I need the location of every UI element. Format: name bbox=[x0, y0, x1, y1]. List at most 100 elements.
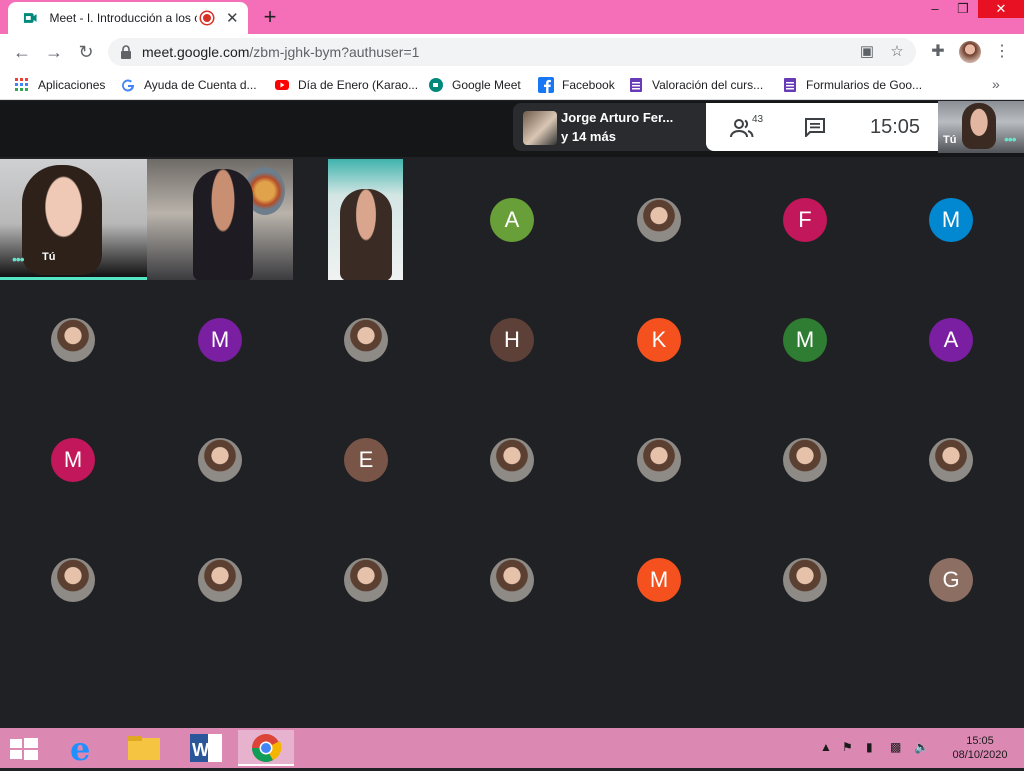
people-icon[interactable] bbox=[730, 117, 754, 139]
facebook-icon bbox=[538, 77, 554, 93]
participant-avatar[interactable] bbox=[783, 558, 827, 602]
participant-avatar[interactable] bbox=[51, 558, 95, 602]
participant-avatar[interactable] bbox=[637, 198, 681, 242]
extensions-icon[interactable]: ✚ bbox=[928, 42, 948, 62]
browser-tab[interactable]: Meet - I. Introducción a los c ✕ bbox=[8, 2, 248, 34]
self-view-thumbnail[interactable]: Tú ••• bbox=[938, 101, 1024, 153]
power-icon[interactable]: ▮ bbox=[866, 740, 873, 754]
svg-text:e: e bbox=[70, 730, 90, 766]
tab-title: Meet - I. Introducción a los c bbox=[49, 11, 197, 25]
participant-avatar[interactable]: G bbox=[929, 558, 973, 602]
participant-avatar[interactable]: E bbox=[344, 438, 388, 482]
tray-expand-icon[interactable]: ▲ bbox=[820, 740, 832, 754]
bookmark-valoracion[interactable]: Valoración del curs... bbox=[628, 76, 763, 94]
network-icon[interactable]: ▩ bbox=[890, 740, 901, 754]
audio-indicator-icon: ••• bbox=[12, 251, 25, 267]
participant-avatar[interactable] bbox=[344, 318, 388, 362]
volume-icon[interactable]: 🔈 bbox=[914, 740, 929, 754]
forms-icon bbox=[784, 78, 796, 92]
self-label: Tú bbox=[943, 134, 957, 146]
tile-label: Tú bbox=[42, 251, 56, 263]
menu-icon[interactable]: ⋮ bbox=[992, 42, 1012, 62]
star-icon[interactable]: ☆ bbox=[888, 43, 906, 61]
word-icon[interactable]: W bbox=[178, 730, 234, 766]
window-close-button[interactable]: ✕ bbox=[978, 0, 1024, 18]
tab-close-icon[interactable]: ✕ bbox=[225, 9, 240, 27]
self-video bbox=[962, 103, 996, 149]
participant-avatar[interactable]: A bbox=[490, 198, 534, 242]
browser-toolbar: ← → ↻ meet.google.com/zbm-jghk-bym?authu… bbox=[0, 34, 1024, 70]
video-tile-self[interactable]: ••• Tú bbox=[0, 159, 147, 280]
recording-icon bbox=[200, 12, 213, 24]
presenter-others: y 14 más bbox=[561, 129, 616, 144]
participant-avatar[interactable] bbox=[637, 438, 681, 482]
meet-icon bbox=[429, 78, 443, 92]
internet-explorer-icon[interactable]: e bbox=[56, 730, 112, 768]
bookmark-formularios[interactable]: Formularios de Goo... bbox=[782, 76, 922, 94]
participant-avatar[interactable]: M bbox=[51, 438, 95, 482]
camera-icon[interactable]: ▣ bbox=[858, 43, 876, 61]
new-tab-button[interactable]: + bbox=[260, 6, 280, 28]
profile-avatar[interactable] bbox=[959, 41, 981, 63]
forms-icon bbox=[630, 78, 642, 92]
participant-avatar[interactable]: H bbox=[490, 318, 534, 362]
participant-avatar[interactable] bbox=[490, 438, 534, 482]
participant-avatar[interactable]: M bbox=[637, 558, 681, 602]
maximize-button[interactable]: ❐ bbox=[948, 0, 978, 18]
meeting-clock: 15:05 bbox=[870, 116, 921, 138]
lock-icon bbox=[121, 45, 131, 59]
presenter-name: Jorge Arturo Fer... bbox=[561, 110, 674, 125]
apps-grid-icon bbox=[15, 78, 28, 91]
reload-icon[interactable]: ↻ bbox=[74, 40, 98, 64]
presenter-chip[interactable]: Jorge Arturo Fer... y 14 más bbox=[513, 103, 713, 151]
participant-video bbox=[22, 165, 102, 275]
windows-taskbar: e W ▲ ⚑ ▮ ▩ 🔈 15:05 08/10/2020 bbox=[0, 728, 1024, 768]
meet-call-area: Jorge Arturo Fer... y 14 más 43 15:05 Tú… bbox=[0, 101, 1024, 728]
video-tile[interactable] bbox=[147, 159, 293, 280]
system-clock[interactable]: 15:05 08/10/2020 bbox=[950, 734, 1010, 762]
forward-icon[interactable]: → bbox=[42, 40, 66, 64]
flag-icon[interactable]: ⚑ bbox=[842, 740, 853, 754]
participant-avatar[interactable] bbox=[344, 558, 388, 602]
participant-avatar[interactable] bbox=[51, 318, 95, 362]
meeting-info-card: 43 15:05 bbox=[706, 103, 938, 151]
bookmark-facebook[interactable]: Facebook bbox=[538, 76, 615, 94]
google-icon bbox=[122, 79, 135, 92]
meet-top-bar: Jorge Arturo Fer... y 14 más 43 15:05 Tú… bbox=[0, 101, 1024, 157]
audio-indicator-icon: ••• bbox=[1004, 131, 1017, 147]
participant-avatar[interactable] bbox=[490, 558, 534, 602]
participant-avatar[interactable] bbox=[929, 438, 973, 482]
bookmark-youtube[interactable]: Día de Enero (Karao... bbox=[274, 76, 418, 94]
video-tile[interactable] bbox=[328, 159, 403, 280]
participant-avatar[interactable]: M bbox=[783, 318, 827, 362]
windows-start-icon[interactable] bbox=[10, 738, 38, 760]
file-explorer-icon[interactable] bbox=[116, 730, 172, 766]
chat-icon[interactable] bbox=[804, 117, 826, 137]
bookmark-apps[interactable]: Aplicaciones bbox=[14, 76, 105, 94]
participant-avatar[interactable]: A bbox=[929, 318, 973, 362]
meet-favicon-icon bbox=[23, 13, 37, 23]
participant-grid: ••• Tú A F M M H K M A M E M G bbox=[0, 159, 1024, 641]
bookmark-google-meet[interactable]: Google Meet bbox=[428, 76, 521, 94]
participant-avatar[interactable] bbox=[783, 438, 827, 482]
youtube-icon bbox=[275, 80, 289, 90]
bookmarks-bar: Aplicaciones Ayuda de Cuenta d... Día de… bbox=[0, 70, 1024, 100]
participant-avatar[interactable]: F bbox=[783, 198, 827, 242]
participant-avatar[interactable]: K bbox=[637, 318, 681, 362]
participant-avatar[interactable] bbox=[198, 438, 242, 482]
minimize-button[interactable]: – bbox=[920, 0, 950, 18]
bookmark-account-help[interactable]: Ayuda de Cuenta d... bbox=[120, 76, 257, 94]
participant-video bbox=[193, 169, 253, 280]
bookmarks-more-icon[interactable]: » bbox=[992, 76, 1000, 92]
participant-video bbox=[340, 189, 392, 280]
chrome-icon[interactable] bbox=[238, 730, 294, 766]
svg-text:W: W bbox=[192, 740, 209, 760]
url-text[interactable]: meet.google.com/zbm-jghk-bym?authuser=1 bbox=[142, 44, 419, 60]
back-icon[interactable]: ← bbox=[10, 40, 34, 64]
participant-avatar[interactable]: M bbox=[929, 198, 973, 242]
participant-avatar[interactable]: M bbox=[198, 318, 242, 362]
participants-count: 43 bbox=[752, 114, 764, 125]
address-bar[interactable]: meet.google.com/zbm-jghk-bym?authuser=1 … bbox=[108, 38, 916, 66]
participant-avatar[interactable] bbox=[198, 558, 242, 602]
title-bar: Meet - I. Introducción a los c ✕ + – ❐ ✕ bbox=[0, 0, 1024, 34]
